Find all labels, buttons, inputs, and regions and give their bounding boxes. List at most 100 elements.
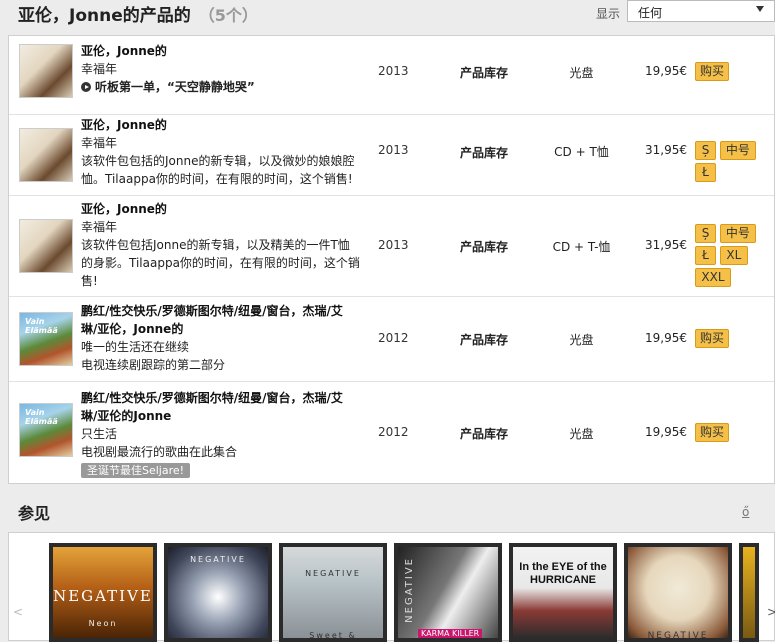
album-label: NEGATIVE: [404, 557, 415, 623]
product-stock: 产品库存: [459, 427, 508, 441]
see-also-carousel: < NEGATIVE Neon NEGATIVE NEGATIVE Sweet …: [8, 532, 775, 642]
buy-button[interactable]: 购买: [695, 423, 730, 442]
product-description: 的身影。Tilaappa你的时间，在有限的时间，这个销: [81, 256, 360, 270]
product-format: CD + T恤: [554, 145, 609, 159]
bestseller-badge: 圣诞节最佳Seljare!: [81, 463, 191, 478]
size-m-button[interactable]: 中号: [719, 224, 756, 243]
album-cover[interactable]: [20, 220, 72, 272]
product-year: 2013: [378, 64, 409, 78]
product-artist[interactable]: 鹏红/性交快乐/罗德斯图尔特/纽曼/窗台，杰瑞/艾: [81, 389, 371, 407]
product-count: （5个）: [198, 6, 258, 25]
product-artist[interactable]: 鹏红/性交快乐/罗德斯图尔特/纽曼/窗台，杰瑞/艾: [81, 302, 371, 320]
size-buttons: Ș 中号 Ł XL XXL: [695, 224, 775, 290]
product-album: 唯一的生活还在继续: [81, 340, 190, 354]
product-row: 亚伦，Jonne的 幸福年 该软件包包括Jonne的新专辑，以及精美的一件T恤 …: [9, 196, 774, 297]
product-format: CD + T-恤: [552, 240, 611, 254]
product-year: 2012: [378, 331, 409, 345]
size-buttons: Ș 中号 Ł: [695, 141, 775, 185]
see-also-more-icon[interactable]: ő: [742, 505, 749, 519]
show-label: 显示: [596, 7, 621, 21]
product-price: 31,95€: [645, 143, 687, 157]
album-cover[interactable]: [20, 45, 72, 97]
filter-select-value: 任何: [638, 6, 663, 20]
album-sub: KARMA KILLER: [418, 629, 483, 638]
album-cover[interactable]: Vain Elämää: [20, 404, 72, 456]
product-description: 该软件包包括的Jonne的新专辑，以及微妙的娘娘腔: [81, 154, 355, 168]
related-album[interactable]: NEGATIVE KARMA KILLER: [394, 543, 502, 642]
product-album: 幸福年: [81, 62, 118, 76]
chevron-down-icon: [756, 6, 764, 12]
product-artist[interactable]: 亚伦，Jonne的: [81, 200, 371, 218]
product-info: 鹏红/性交快乐/罗德斯图尔特/纽曼/窗台，杰瑞/艾 琳/亚伦的Jonne 只生活…: [81, 389, 371, 479]
size-l-button[interactable]: Ł: [695, 246, 716, 265]
related-album[interactable]: NEGATIVE Neon: [49, 543, 157, 642]
product-row: Vain Elämää 鹏红/性交快乐/罗德斯图尔特/纽曼/窗台，杰瑞/艾 琳/…: [9, 382, 774, 483]
product-year: 2013: [378, 238, 409, 252]
related-album[interactable]: NEGATIVE Sweet & Deceitful: [279, 543, 387, 642]
product-year: 2012: [378, 425, 409, 439]
product-format: 光盘: [569, 333, 594, 347]
product-year: 2013: [378, 143, 409, 157]
size-xl-button[interactable]: XL: [719, 246, 748, 265]
album-label: NEGATIVE: [190, 555, 246, 564]
product-stock: 产品库存: [459, 333, 508, 347]
product-description: 该软件包包括Jonne的新专辑，以及精美的一件T恤: [81, 238, 350, 252]
album-cover[interactable]: Vain Elämää: [20, 313, 72, 365]
buy-button[interactable]: 购买: [695, 329, 730, 348]
product-description: 电视剧最流行的歌曲在此集合: [81, 445, 238, 459]
related-album[interactable]: In the EYE of the HURRICANE: [509, 543, 617, 642]
filter-select[interactable]: 任何: [627, 0, 775, 22]
product-album: 幸福年: [81, 136, 118, 150]
related-album[interactable]: NEGATIVE: [164, 543, 272, 642]
product-description: 电视连续剧跟踪的第二部分: [81, 358, 226, 372]
product-artist[interactable]: 琳/亚伦的Jonne: [81, 407, 371, 425]
page-header: 亚伦，Jonne的产品的 （5个） 显示 任何: [0, 0, 775, 30]
size-m-button[interactable]: 中号: [719, 141, 756, 160]
product-stock: 产品库存: [459, 66, 508, 80]
buy-buttons: 购买: [695, 423, 775, 445]
product-row: 亚伦，Jonne的 幸福年 该软件包包括的Jonne的新专辑，以及微妙的娘娘腔 …: [9, 115, 774, 196]
album-sub: Sweet & Deceitful: [309, 631, 357, 640]
carousel-next-icon[interactable]: >: [767, 605, 775, 619]
listen-link[interactable]: 听板第一单，“天空静静地哭”: [81, 78, 371, 96]
product-format: 光盘: [569, 427, 594, 441]
product-info: 亚伦，Jonne的 幸福年 该软件包包括的Jonne的新专辑，以及微妙的娘娘腔 …: [81, 116, 371, 188]
album-label: In the EYE of the HURRICANE: [519, 561, 607, 586]
related-album[interactable]: NEGATIVE: [624, 543, 732, 642]
size-xxl-button[interactable]: XXL: [695, 268, 731, 287]
product-artist[interactable]: 亚伦，Jonne的: [81, 116, 371, 134]
product-stock: 产品库存: [459, 146, 508, 160]
carousel-prev-icon[interactable]: <: [13, 605, 23, 619]
album-label: NEGATIVE: [305, 569, 361, 578]
buy-buttons: 购买: [695, 62, 775, 84]
product-artist[interactable]: 琳/亚伦，Jonne的: [81, 320, 371, 338]
size-l-button[interactable]: Ł: [695, 163, 716, 182]
size-s-button[interactable]: Ș: [695, 224, 716, 243]
product-info: 鹏红/性交快乐/罗德斯图尔特/纽曼/窗台，杰瑞/艾 琳/亚伦，Jonne的 唯一…: [81, 302, 371, 374]
buy-button[interactable]: 购买: [695, 62, 730, 81]
album-label: NEGATIVE: [647, 631, 709, 641]
page-title: 亚伦，Jonne的产品的 （5个）: [18, 6, 258, 26]
product-description: 恤。Tilaappa你的时间，在有限的时间，这个销售!: [81, 172, 353, 186]
size-s-button[interactable]: Ș: [695, 141, 716, 160]
related-album[interactable]: [739, 543, 759, 642]
product-price: 31,95€: [645, 238, 687, 252]
product-info: 亚伦，Jonne的 幸福年 听板第一单，“天空静静地哭”: [81, 42, 371, 96]
album-label: NEGATIVE: [53, 587, 153, 605]
product-artist[interactable]: 亚伦，Jonne的: [81, 42, 371, 60]
product-price: 19,95€: [645, 64, 687, 78]
play-icon[interactable]: [81, 82, 91, 92]
album-sub: Neon: [88, 619, 118, 628]
product-row: Vain Elämää 鹏红/性交快乐/罗德斯图尔特/纽曼/窗台，杰瑞/艾 琳/…: [9, 297, 774, 382]
album-cover[interactable]: [20, 129, 72, 181]
product-row: 亚伦，Jonne的 幸福年 听板第一单，“天空静静地哭” 2013 产品库存 光…: [9, 36, 774, 115]
product-price: 19,95€: [645, 425, 687, 439]
buy-buttons: 购买: [695, 329, 775, 351]
product-list: 亚伦，Jonne的 幸福年 听板第一单，“天空静静地哭” 2013 产品库存 光…: [8, 35, 775, 484]
product-info: 亚伦，Jonne的 幸福年 该软件包包括Jonne的新专辑，以及精美的一件T恤 …: [81, 200, 371, 290]
product-stock: 产品库存: [459, 240, 508, 254]
cover-title: Vain Elämää: [25, 317, 58, 335]
product-album: 只生活: [81, 427, 118, 441]
see-also-title: 参见: [18, 504, 51, 523]
cover-title: Vain Elämää: [25, 408, 58, 426]
